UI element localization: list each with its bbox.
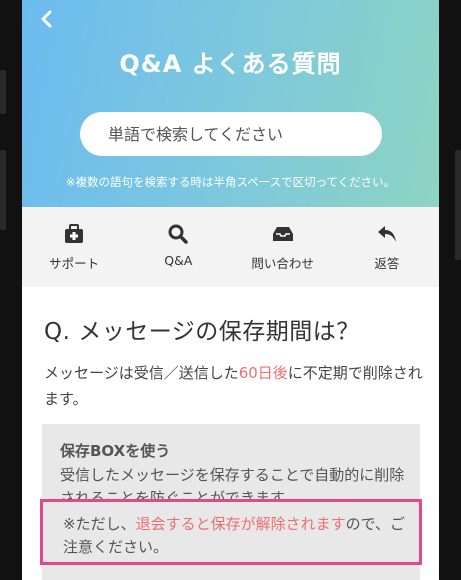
tab-qa[interactable]: Q&A (126, 207, 230, 287)
app-screen: Q&A よくある質問 ※複数の語句を検索する時は半角スペースで区切ってください。… (22, 0, 439, 580)
tab-contact[interactable]: 問い合わせ (231, 207, 335, 287)
search-input[interactable] (80, 112, 382, 156)
header: Q&A よくある質問 ※複数の語句を検索する時は半角スペースで区切ってください。 (22, 0, 439, 207)
tip-title: 保存BOXを使う (60, 442, 171, 460)
phone-side-button (455, 150, 461, 260)
back-button[interactable] (40, 10, 54, 31)
warning-text-part: ※ただし、 (63, 515, 136, 533)
warning-box: ※ただし、退会すると保存が解除されますので、ご注意ください。 (40, 499, 422, 565)
tab-support[interactable]: サポート (22, 207, 126, 287)
warning-highlight: 退会すると保存が解除されます (135, 515, 346, 533)
warning-text: ※ただし、退会すると保存が解除されますので、ご注意ください。 (63, 513, 408, 559)
tab-label: 問い合わせ (251, 256, 314, 271)
phone-side-button (0, 150, 6, 230)
inbox-icon (272, 227, 293, 241)
search-hint: ※複数の語句を検索する時は半角スペースで区切ってください。 (65, 175, 396, 189)
tab-bar: サポート Q&A 問い合わせ 返答 (22, 207, 439, 287)
page-title: Q&A よくある質問 (119, 50, 342, 78)
tab-reply[interactable]: 返答 (335, 207, 439, 287)
search-icon (168, 224, 189, 244)
phone-frame-right (439, 0, 461, 580)
tab-label: 返答 (374, 256, 400, 271)
answer-highlight: 60日後 (238, 364, 288, 382)
question-title: Q. メッセージの保存期間は？ (44, 319, 360, 345)
answer-text-part: メッセージは受信／送信した (44, 364, 239, 382)
reply-icon (377, 226, 396, 242)
answer-text: メッセージは受信／送信した60日後に不定期で削除されます。 (44, 360, 424, 412)
first-aid-icon (65, 224, 84, 243)
tab-label: Q&A (164, 253, 193, 268)
tab-label: サポート (49, 256, 100, 271)
chevron-left-icon (41, 10, 52, 28)
phone-side-button (0, 70, 6, 114)
